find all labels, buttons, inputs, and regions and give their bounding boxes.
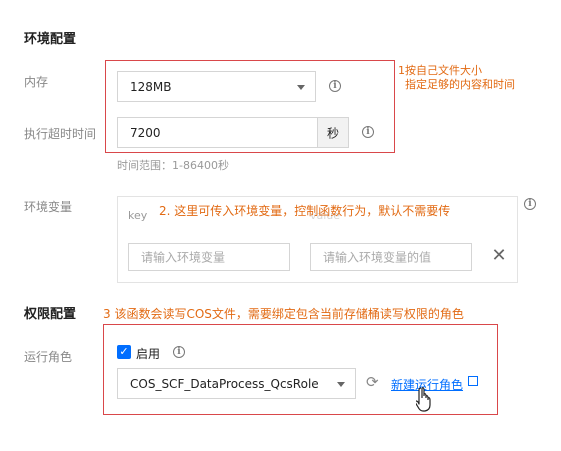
env-section-title: 环境配置 (24, 32, 77, 47)
memory-label: 内存 (24, 75, 49, 89)
info-icon[interactable]: i (173, 346, 185, 358)
role-value: COS_SCF_DataProcess_QcsRole (130, 376, 319, 391)
enable-checkbox[interactable]: ✓ (117, 345, 131, 359)
env-value-placeholder: 请输入环境变量的值 (323, 250, 432, 265)
refresh-icon[interactable]: ⟳ (366, 374, 379, 390)
timeout-value: 7200 (130, 125, 161, 140)
annotation-3: 3 该函数会读写COS文件，需要绑定包含当前存储桶读写权限的角色 (103, 307, 464, 321)
info-icon[interactable]: i (524, 198, 536, 210)
info-icon[interactable]: i (362, 126, 374, 138)
env-col-key: key (128, 209, 148, 222)
role-select[interactable]: COS_SCF_DataProcess_QcsRole (117, 368, 356, 399)
timeout-label: 执行超时时间 (24, 127, 97, 141)
chevron-down-icon (297, 85, 305, 90)
env-value-input[interactable]: 请输入环境变量的值 (310, 243, 472, 271)
memory-select[interactable]: 128MB (117, 71, 316, 102)
external-link-icon[interactable] (468, 376, 478, 386)
env-vars-label: 环境变量 (24, 200, 73, 214)
hand-cursor-icon (416, 387, 431, 412)
env-key-placeholder: 请输入环境变量 (141, 250, 226, 265)
perm-section-title: 权限配置 (24, 307, 77, 322)
annotation-1-line2: 指定足够的内容和时间 (405, 78, 515, 91)
close-icon[interactable]: ✕ (491, 247, 507, 265)
memory-value: 128MB (130, 79, 172, 94)
info-icon[interactable]: i (329, 80, 341, 92)
role-label: 运行角色 (24, 350, 73, 364)
timeout-unit: 秒 (317, 117, 349, 148)
enable-label: 启用 (136, 347, 161, 361)
chevron-down-icon (337, 382, 345, 387)
timeout-hint: 时间范围：1-86400秒 (117, 159, 229, 172)
timeout-unit-label: 秒 (327, 126, 340, 140)
annotation-2: 2. 这里可传入环境变量，控制函数行为，默认不需要传 (159, 202, 451, 219)
timeout-input[interactable]: 7200 (117, 117, 318, 148)
env-key-input[interactable]: 请输入环境变量 (128, 243, 290, 271)
